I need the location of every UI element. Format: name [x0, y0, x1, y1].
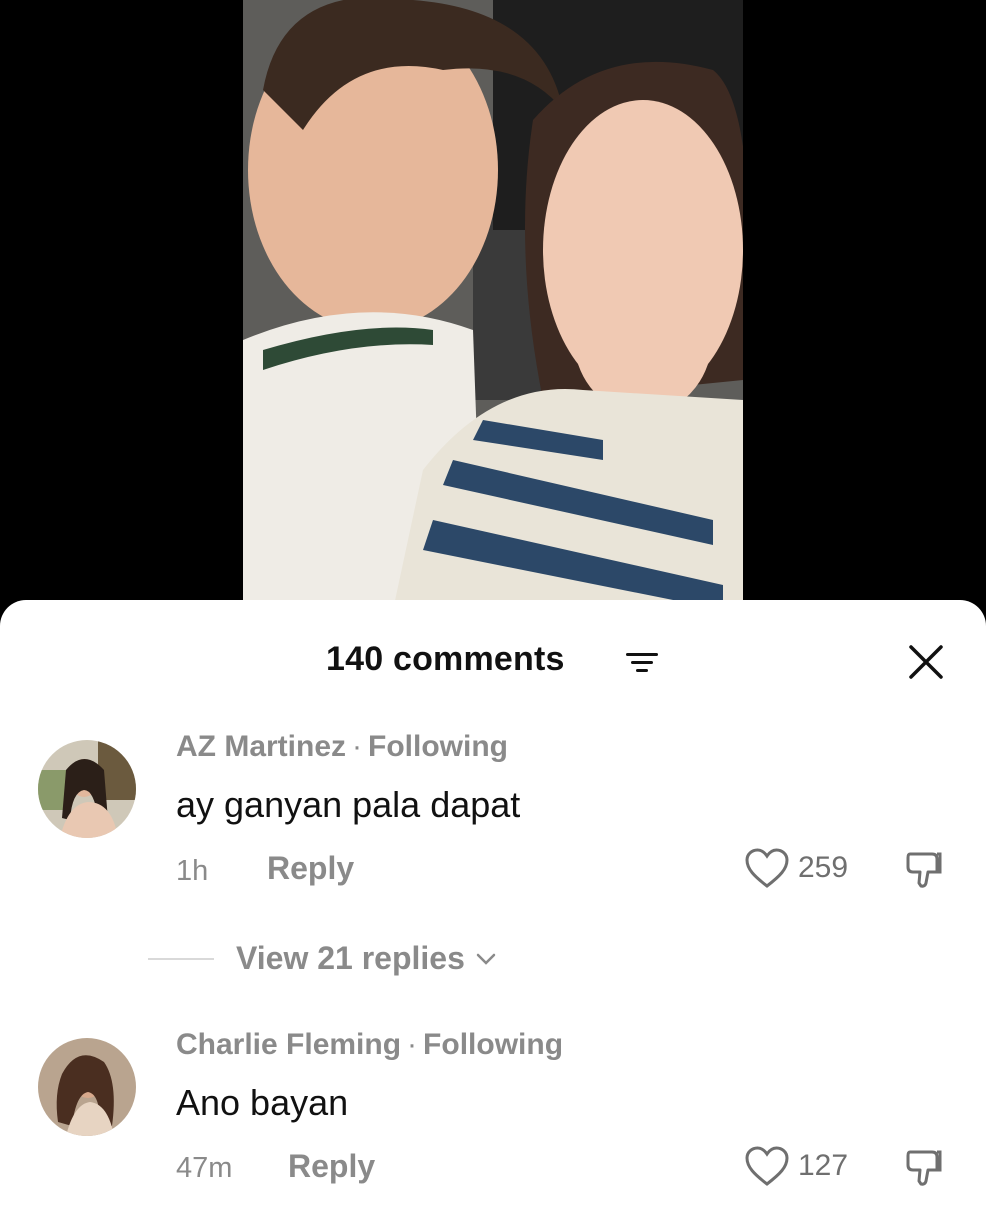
like-button[interactable]: 127: [744, 1145, 848, 1187]
view-replies-button[interactable]: View 21 replies: [148, 940, 497, 977]
comment-username[interactable]: Charlie Fleming: [176, 1028, 401, 1061]
comment-username-line: Charlie Fleming · Following: [176, 1028, 563, 1062]
replies-divider: [148, 957, 214, 960]
separator-dot: ·: [352, 730, 363, 763]
comment-time: 1h: [176, 855, 209, 887]
close-icon[interactable]: [906, 642, 946, 682]
sort-icon[interactable]: [624, 650, 660, 676]
dislike-icon[interactable]: [904, 1148, 944, 1188]
heart-icon: [745, 848, 789, 888]
heart-icon: [745, 1146, 789, 1186]
comment-text: ay ganyan pala dapat: [176, 784, 521, 825]
chevron-down-icon: [476, 953, 496, 965]
like-button[interactable]: 259: [744, 847, 848, 889]
comments-header: 140 comments: [0, 640, 986, 684]
dislike-icon[interactable]: [904, 850, 944, 890]
following-label: Following: [423, 1028, 564, 1061]
video-frame-image: [243, 0, 743, 610]
avatar[interactable]: [38, 740, 136, 838]
following-label: Following: [368, 730, 508, 763]
view-replies-label: View 21 replies: [236, 940, 465, 976]
comment-text: Ano bayan: [176, 1082, 349, 1123]
comment-username-line: AZ Martinez · Following: [176, 730, 508, 764]
separator-dot: ·: [407, 1028, 418, 1061]
comments-sheet: 140 comments AZ Martinez · Following ay ga…: [0, 600, 986, 1220]
reply-button[interactable]: Reply: [288, 1148, 375, 1185]
like-count: 127: [798, 1149, 849, 1182]
reply-button[interactable]: Reply: [267, 850, 354, 887]
like-count: 259: [798, 851, 849, 884]
comment-time: 47m: [176, 1152, 233, 1184]
video-player[interactable]: [0, 0, 986, 610]
comment-count-title: 140 comments: [326, 640, 565, 678]
avatar[interactable]: [38, 1038, 136, 1136]
comment-username[interactable]: AZ Martinez: [176, 730, 346, 763]
